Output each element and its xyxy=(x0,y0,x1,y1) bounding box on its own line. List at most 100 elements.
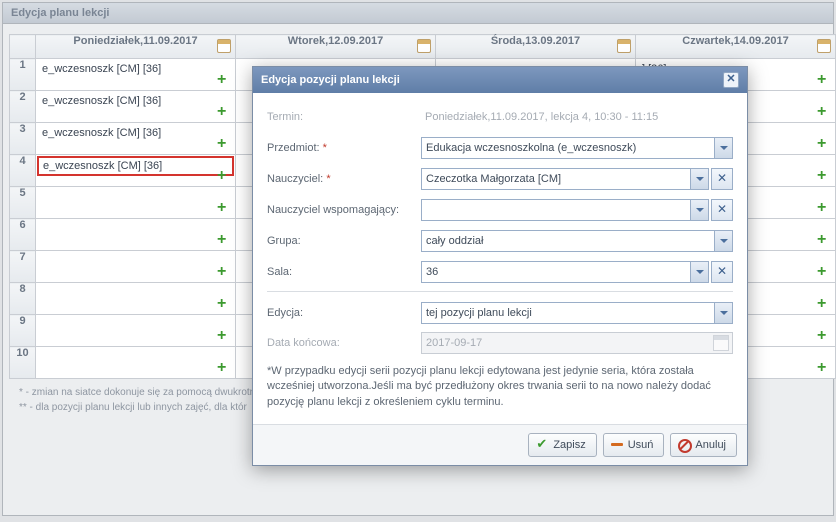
subject-input[interactable] xyxy=(422,138,714,158)
clear-teacher-button[interactable]: ✕ xyxy=(711,168,733,190)
schedule-cell[interactable]: + xyxy=(36,347,236,379)
lesson-entry[interactable]: e_wczesnoszk [CM] [36] xyxy=(37,156,234,176)
group-input[interactable] xyxy=(422,231,714,251)
delete-button[interactable]: Usuń xyxy=(603,433,665,457)
row-number: 2 xyxy=(10,91,36,123)
schedule-cell[interactable]: + xyxy=(36,219,236,251)
teacher-combo[interactable] xyxy=(421,168,709,190)
subject-combo[interactable] xyxy=(421,137,733,159)
day-header-tue[interactable]: Wtorek,12.09.2017 xyxy=(236,35,436,59)
row-number: 5 xyxy=(10,187,36,219)
add-entry-icon[interactable]: + xyxy=(217,330,231,344)
schedule-cell[interactable]: + xyxy=(36,283,236,315)
edit-entry-modal: Edycja pozycji planu lekcji ✕ Termin: Pr… xyxy=(252,66,748,466)
row-number: 7 xyxy=(10,251,36,283)
cancel-button[interactable]: Anuluj xyxy=(670,433,737,457)
add-entry-icon[interactable]: + xyxy=(217,170,231,184)
row-number: 6 xyxy=(10,219,36,251)
clear-room-button[interactable]: ✕ xyxy=(711,261,733,283)
modal-header[interactable]: Edycja pozycji planu lekcji ✕ xyxy=(253,67,747,93)
add-entry-icon[interactable]: + xyxy=(217,202,231,216)
chevron-down-icon[interactable] xyxy=(690,200,708,220)
label-przedmiot: Przedmiot: * xyxy=(267,142,421,154)
edit-scope-combo[interactable] xyxy=(421,302,733,324)
lesson-entry[interactable]: e_wczesnoszk [CM] [36] xyxy=(36,123,235,143)
day-header-wed[interactable]: Środa,13.09.2017 xyxy=(436,35,636,59)
day-header-thu[interactable]: Czwartek,14.09.2017 xyxy=(636,35,836,59)
room-combo[interactable] xyxy=(421,261,709,283)
corner-cell xyxy=(10,35,36,59)
modal-footer: Zapisz Usuń Anuluj xyxy=(253,424,747,465)
label-data-koncowa: Data końcowa: xyxy=(267,337,421,349)
add-entry-icon[interactable]: + xyxy=(217,106,231,120)
lesson-entry[interactable]: e_wczesnoszk [CM] [36] xyxy=(36,59,235,79)
schedule-cell[interactable]: e_wczesnoszk [CM] [36]+ xyxy=(36,123,236,155)
label-sala: Sala: xyxy=(267,266,421,278)
support-teacher-input[interactable] xyxy=(422,200,690,220)
row-number: 4 xyxy=(10,155,36,187)
calendar-icon[interactable] xyxy=(417,39,431,53)
room-input[interactable] xyxy=(422,262,690,282)
check-icon xyxy=(535,438,549,452)
add-entry-icon[interactable]: + xyxy=(817,266,831,280)
panel-title: Edycja planu lekcji xyxy=(3,3,833,24)
calendar-icon[interactable] xyxy=(817,39,831,53)
schedule-cell[interactable]: + xyxy=(36,187,236,219)
label-nauczyciel: Nauczyciel: * xyxy=(267,173,421,185)
add-entry-icon[interactable]: + xyxy=(817,170,831,184)
calendar-icon[interactable] xyxy=(617,39,631,53)
schedule-cell[interactable]: e_wczesnoszk [CM] [36]+ xyxy=(36,91,236,123)
row-number: 10 xyxy=(10,347,36,379)
series-edit-note: *W przypadku edycji serii pozycji planu … xyxy=(267,362,733,416)
day-header-mon[interactable]: Poniedziałek,11.09.2017 xyxy=(36,35,236,59)
calendar-icon[interactable] xyxy=(217,39,231,53)
add-entry-icon[interactable]: + xyxy=(217,234,231,248)
label-wspomagajacy: Nauczyciel wspomagający: xyxy=(267,204,421,216)
row-number: 9 xyxy=(10,315,36,347)
schedule-cell[interactable]: e_wczesnoszk [CM] [36]+ xyxy=(36,155,236,187)
support-teacher-combo[interactable] xyxy=(421,199,709,221)
label-termin: Termin: xyxy=(267,111,421,123)
add-entry-icon[interactable]: + xyxy=(217,298,231,312)
add-entry-icon[interactable]: + xyxy=(217,138,231,152)
add-entry-icon[interactable]: + xyxy=(217,266,231,280)
add-entry-icon[interactable]: + xyxy=(817,74,831,88)
close-icon[interactable]: ✕ xyxy=(723,72,739,88)
add-entry-icon[interactable]: + xyxy=(817,234,831,248)
group-combo[interactable] xyxy=(421,230,733,252)
end-date-field xyxy=(421,332,733,354)
add-entry-icon[interactable]: + xyxy=(817,106,831,120)
row-number: 1 xyxy=(10,59,36,91)
label-grupa: Grupa: xyxy=(267,235,421,247)
lesson-entry[interactable]: e_wczesnoszk [CM] [36] xyxy=(36,91,235,111)
chevron-down-icon[interactable] xyxy=(714,303,732,323)
chevron-down-icon[interactable] xyxy=(690,169,708,189)
add-entry-icon[interactable]: + xyxy=(817,138,831,152)
chevron-down-icon[interactable] xyxy=(690,262,708,282)
termin-value xyxy=(421,106,733,128)
calendar-icon xyxy=(713,335,729,351)
add-entry-icon[interactable]: + xyxy=(217,74,231,88)
schedule-cell[interactable]: e_wczesnoszk [CM] [36]+ xyxy=(36,59,236,91)
add-entry-icon[interactable]: + xyxy=(817,202,831,216)
add-entry-icon[interactable]: + xyxy=(817,298,831,312)
schedule-cell[interactable]: + xyxy=(36,315,236,347)
label-edycja: Edycja: xyxy=(267,307,421,319)
schedule-cell[interactable]: + xyxy=(36,251,236,283)
termin-display xyxy=(421,106,733,128)
row-number: 8 xyxy=(10,283,36,315)
save-button[interactable]: Zapisz xyxy=(528,433,596,457)
teacher-input[interactable] xyxy=(422,169,690,189)
edit-scope-input[interactable] xyxy=(422,303,714,323)
clear-support-button[interactable]: ✕ xyxy=(711,199,733,221)
chevron-down-icon[interactable] xyxy=(714,231,732,251)
end-date-input xyxy=(422,337,710,349)
add-entry-icon[interactable]: + xyxy=(817,330,831,344)
minus-icon xyxy=(610,438,624,452)
modal-title: Edycja pozycji planu lekcji xyxy=(261,74,400,86)
add-entry-icon[interactable]: + xyxy=(817,362,831,376)
add-entry-icon[interactable]: + xyxy=(217,362,231,376)
row-number: 3 xyxy=(10,123,36,155)
chevron-down-icon[interactable] xyxy=(714,138,732,158)
cancel-icon xyxy=(677,438,691,452)
